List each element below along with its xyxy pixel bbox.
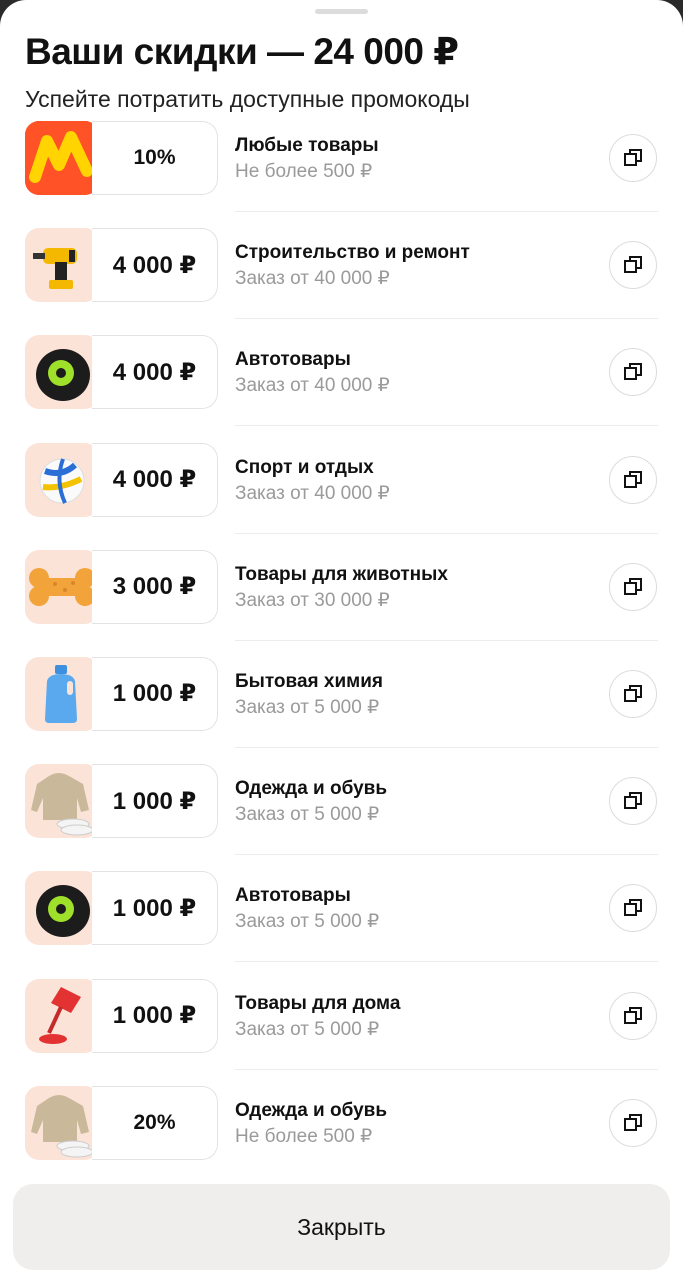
promo-amount: 4 000 ₽ bbox=[92, 442, 218, 517]
promo-category: Бытовая химия bbox=[235, 670, 383, 692]
brand-logo-icon bbox=[25, 121, 99, 195]
sheet-grabber-handle[interactable] bbox=[315, 9, 368, 14]
promo-condition: Заказ от 40 000 ₽ bbox=[235, 375, 390, 397]
copy-code-button[interactable] bbox=[609, 241, 657, 290]
copy-icon bbox=[624, 470, 642, 488]
promo-amount: 4 000 ₽ bbox=[92, 228, 218, 303]
row-divider bbox=[235, 639, 658, 641]
promo-category: Одежда и обувь bbox=[235, 778, 388, 800]
promo-row: 4 000 ₽ Строительство и ремонт Заказ от … bbox=[0, 228, 683, 335]
promo-amount: 10% bbox=[92, 121, 218, 195]
row-divider bbox=[235, 854, 658, 856]
promo-category: Товары для дома bbox=[235, 992, 401, 1014]
row-divider bbox=[235, 318, 658, 320]
copy-icon bbox=[624, 256, 642, 274]
promo-row: 1 000 ₽ Одежда и обувь Заказ от 5 000 ₽ bbox=[0, 764, 683, 871]
promo-row: 10% Любые товары Не более 500 ₽ bbox=[0, 121, 683, 228]
copy-code-button[interactable] bbox=[609, 1098, 657, 1147]
promo-row: 1 000 ₽ Автотовары Заказ от 5 000 ₽ bbox=[0, 871, 683, 978]
promo-amount: 1 000 ₽ bbox=[92, 978, 218, 1053]
promo-sheet: Ваши скидки — 24 000 ₽ Успейте потратить… bbox=[0, 0, 683, 1280]
promo-condition: Заказ от 5 000 ₽ bbox=[235, 911, 380, 933]
promo-category: Спорт и отдых bbox=[235, 456, 374, 478]
promo-amount: 1 000 ₽ bbox=[92, 656, 218, 731]
row-divider bbox=[235, 211, 658, 212]
copy-icon bbox=[624, 149, 642, 166]
promo-category: Одежда и обувь bbox=[235, 1099, 388, 1121]
promo-row: 4 000 ₽ Автотовары Заказ от 40 000 ₽ bbox=[0, 335, 683, 442]
promo-amount: 3 000 ₽ bbox=[92, 549, 218, 624]
promo-amount: 4 000 ₽ bbox=[92, 335, 218, 410]
promo-list: 10% Любые товары Не более 500 ₽ 4 000 ₽ … bbox=[0, 121, 683, 1193]
copy-code-button[interactable] bbox=[609, 777, 657, 826]
promo-row: 4 000 ₽ Спорт и отдых Заказ от 40 000 ₽ bbox=[0, 442, 683, 550]
copy-icon bbox=[624, 1113, 642, 1131]
promo-amount: 1 000 ₽ bbox=[92, 871, 218, 946]
copy-icon bbox=[624, 577, 642, 595]
promo-category: Любые товары bbox=[235, 135, 379, 156]
promo-category: Строительство и ремонт bbox=[235, 242, 470, 264]
copy-code-button[interactable] bbox=[609, 134, 657, 182]
close-button[interactable]: Закрыть bbox=[13, 1184, 670, 1270]
promo-amount: 20% bbox=[92, 1085, 218, 1160]
row-divider bbox=[235, 425, 658, 427]
promo-condition: Заказ от 5 000 ₽ bbox=[235, 1018, 380, 1040]
promo-row: 20% Одежда и обувь Не более 500 ₽ bbox=[0, 1085, 683, 1193]
detergent-bottle-icon bbox=[25, 656, 99, 731]
drill-icon bbox=[25, 228, 99, 303]
copy-code-button[interactable] bbox=[609, 562, 657, 611]
promo-condition: Заказ от 5 000 ₽ bbox=[235, 696, 380, 718]
promo-condition: Заказ от 5 000 ₽ bbox=[235, 804, 380, 826]
row-divider bbox=[235, 746, 658, 748]
copy-code-button[interactable] bbox=[609, 348, 657, 397]
promo-condition: Заказ от 30 000 ₽ bbox=[235, 589, 390, 611]
promo-condition: Не более 500 ₽ bbox=[235, 161, 373, 182]
copy-icon bbox=[624, 899, 642, 917]
copy-icon bbox=[624, 1006, 642, 1024]
promo-category: Автотовары bbox=[235, 349, 351, 371]
copy-code-button[interactable] bbox=[609, 455, 657, 504]
page-subtitle: Успейте потратить доступные промокоды bbox=[25, 86, 470, 112]
page-title: Ваши скидки — 24 000 ₽ bbox=[25, 31, 459, 72]
promo-row: 1 000 ₽ Бытовая химия Заказ от 5 000 ₽ bbox=[0, 656, 683, 764]
copy-code-button[interactable] bbox=[609, 669, 657, 718]
copy-icon bbox=[624, 684, 642, 702]
copy-code-button[interactable] bbox=[609, 991, 657, 1040]
row-divider bbox=[235, 961, 658, 963]
tire-icon bbox=[25, 871, 99, 946]
promo-amount: 1 000 ₽ bbox=[92, 764, 218, 839]
promo-row: 3 000 ₽ Товары для животных Заказ от 30 … bbox=[0, 549, 683, 657]
row-divider bbox=[235, 1068, 658, 1070]
promo-category: Автотовары bbox=[235, 885, 351, 907]
hoodie-sneakers-icon bbox=[25, 1085, 99, 1160]
volleyball-icon bbox=[25, 442, 99, 517]
promo-condition: Заказ от 40 000 ₽ bbox=[235, 268, 390, 290]
copy-icon bbox=[624, 363, 642, 381]
dog-bone-toy-icon bbox=[25, 549, 99, 624]
promo-condition: Не более 500 ₽ bbox=[235, 1125, 373, 1147]
tire-icon bbox=[25, 335, 99, 410]
row-divider bbox=[235, 532, 658, 534]
hoodie-sneakers-icon bbox=[25, 764, 99, 839]
promo-category: Товары для животных bbox=[235, 563, 448, 585]
promo-row: 1 000 ₽ Товары для дома Заказ от 5 000 ₽ bbox=[0, 978, 683, 1086]
promo-condition: Заказ от 40 000 ₽ bbox=[235, 482, 390, 504]
desk-lamp-icon bbox=[25, 978, 99, 1053]
copy-icon bbox=[624, 792, 642, 810]
copy-code-button[interactable] bbox=[609, 884, 657, 933]
